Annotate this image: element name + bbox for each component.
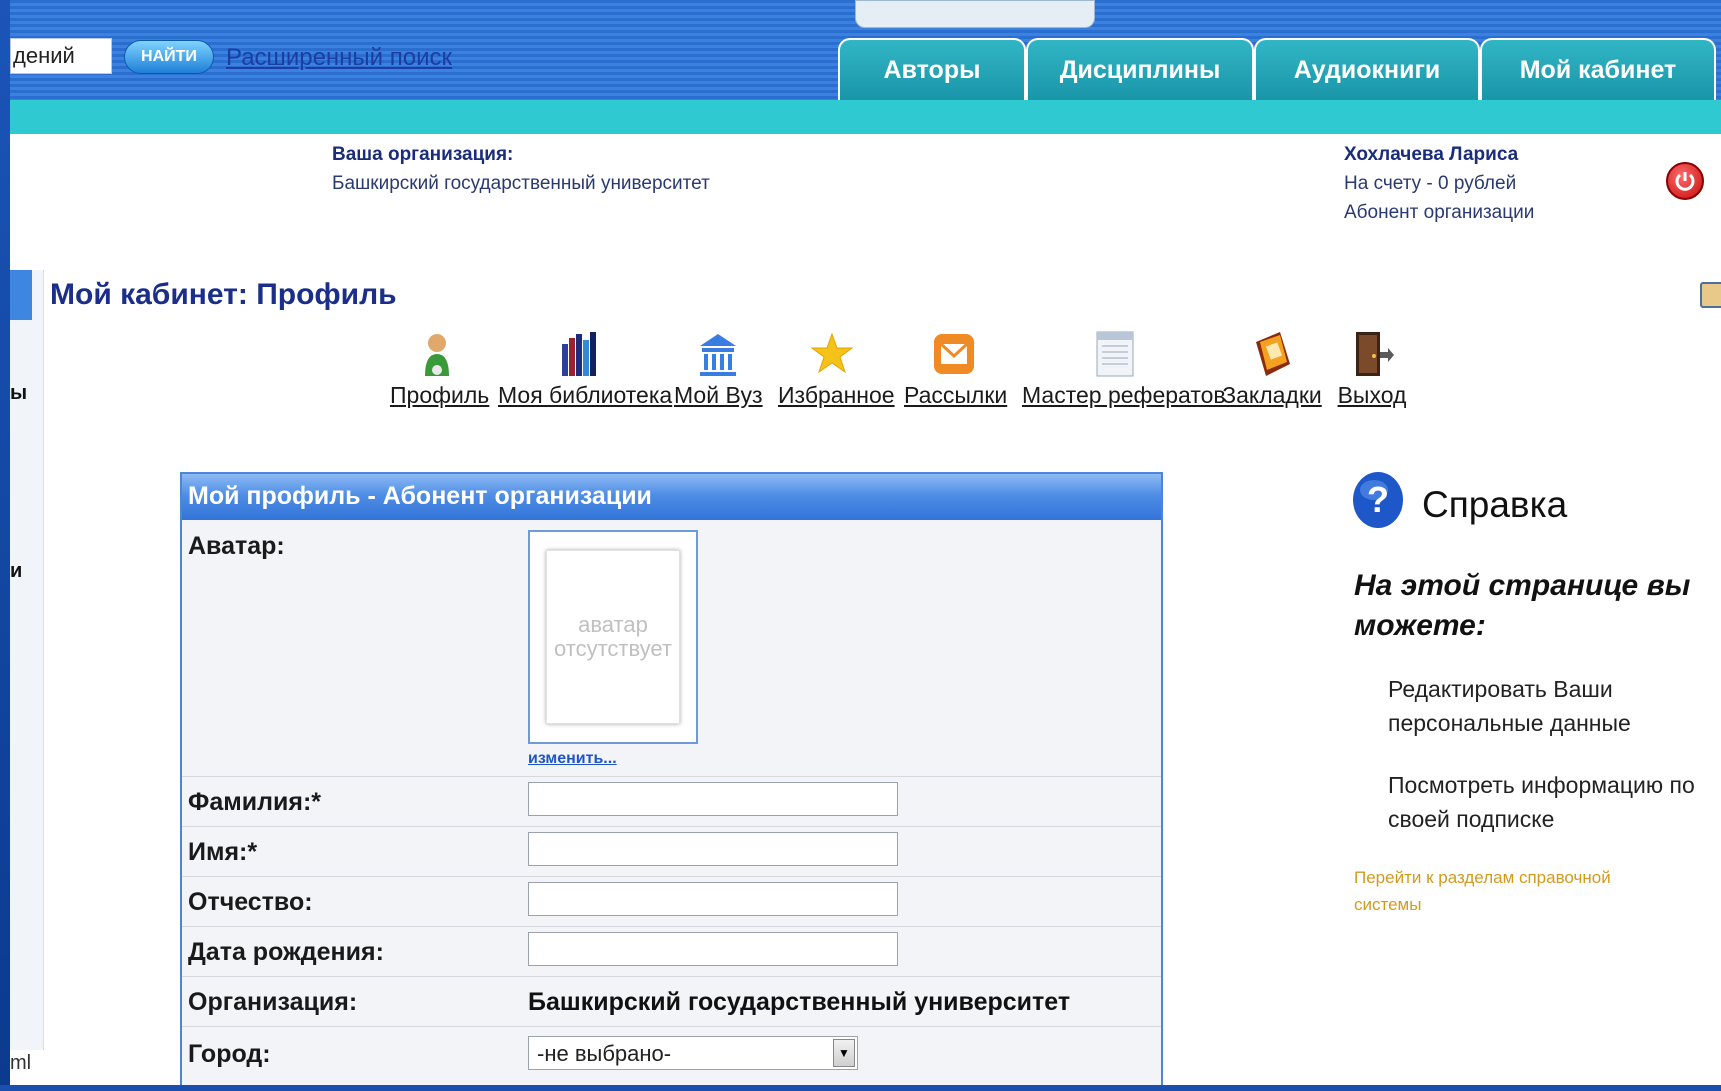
tab-disciplines[interactable]: Дисциплины <box>1026 38 1254 100</box>
envelope-icon[interactable] <box>1700 282 1721 308</box>
bottom-frame-bar <box>0 1085 1721 1091</box>
toolbar-mailings[interactable]: Рассылки <box>904 330 1008 409</box>
advanced-search-link[interactable]: Расширенный поиск <box>226 44 452 72</box>
avatar-frame[interactable]: аватар отсутствует <box>528 530 698 744</box>
birthdate-field[interactable] <box>528 932 898 966</box>
organization-name: Башкирский государственный университет <box>332 173 710 194</box>
surname-label: Фамилия:* <box>188 788 321 816</box>
name-field[interactable] <box>528 832 898 866</box>
status-text: ml <box>10 1052 32 1074</box>
patronymic-field[interactable] <box>528 882 898 916</box>
header-teal-strip <box>10 100 1721 134</box>
patronymic-label: Отчество: <box>188 888 313 916</box>
row-divider <box>182 1026 1161 1027</box>
top-tab-stub <box>855 0 1095 28</box>
user-balance: На счету - 0 рублей <box>1344 173 1517 194</box>
avatar-placeholder-text: аватар отсутствует <box>553 612 673 661</box>
birthdate-label: Дата рождения: <box>188 938 384 966</box>
page-title: Мой кабинет: Профиль <box>50 278 397 311</box>
toolbar-essay-master[interactable]: Мастер рефератов <box>1022 330 1226 409</box>
help-title: Справка <box>1422 484 1568 525</box>
city-label: Город: <box>188 1040 271 1068</box>
exit-door-icon <box>1356 332 1394 376</box>
toolbar-bookmarks[interactable]: Закладки <box>1222 330 1322 409</box>
help-item: Посмотреть информацию по своей подписке <box>1388 772 1695 832</box>
mail-icon <box>934 334 974 374</box>
user-role: Абонент организации <box>1344 202 1535 223</box>
toolbar-label: Моя библиотека <box>498 382 673 408</box>
help-question-icon[interactable]: ? <box>1352 470 1404 530</box>
profile-form: Мой профиль - Абонент организации Аватар… <box>180 472 1163 1085</box>
user-name: Хохлачева Лариса <box>1344 144 1519 165</box>
city-select[interactable]: -не выбрано- ▼ <box>528 1036 858 1070</box>
avatar-placeholder: аватар отсутствует <box>546 550 680 724</box>
toolbar-label: Рассылки <box>904 382 1008 408</box>
sidebar-fragment-text: и <box>10 560 23 582</box>
left-sidebar-accent <box>10 270 32 320</box>
toolbar-label: Мастер рефератов <box>1022 382 1226 408</box>
row-divider <box>182 776 1161 777</box>
tab-audiobooks[interactable]: Аудиокниги <box>1254 38 1480 100</box>
user-icon <box>425 334 449 376</box>
organization-field-value: Башкирский государственный университет <box>528 988 1071 1016</box>
search-button[interactable]: НАЙТИ <box>124 40 214 74</box>
toolbar-exit[interactable]: Выход <box>1336 330 1408 409</box>
row-divider <box>182 826 1161 827</box>
row-divider <box>182 876 1161 877</box>
avatar-label: Аватар: <box>188 532 285 560</box>
toolbar-label: Профиль <box>390 382 490 408</box>
books-icon <box>562 332 596 376</box>
university-icon <box>700 334 736 376</box>
sidebar-fragment-text: ы <box>10 382 28 404</box>
row-divider <box>182 926 1161 927</box>
change-avatar-link[interactable]: изменить... <box>528 750 617 768</box>
help-item: Редактировать Ваши персональные данные <box>1388 676 1631 736</box>
toolbar-label: Закладки <box>1222 382 1322 408</box>
document-icon <box>1096 331 1134 377</box>
chevron-down-icon[interactable]: ▼ <box>833 1039 855 1067</box>
power-symbol <box>1675 172 1695 191</box>
toolbar-label: Выход <box>1337 382 1407 408</box>
toolbar-favorites[interactable]: Избранное <box>778 330 895 409</box>
organization-field-label: Организация: <box>188 988 358 1016</box>
search-input[interactable] <box>10 38 112 74</box>
power-logout-icon[interactable] <box>1666 162 1704 200</box>
star-icon <box>810 332 854 374</box>
toolbar-profile[interactable]: Профиль <box>390 330 490 409</box>
organization-label: Ваша организация: <box>332 144 514 165</box>
help-sections-link[interactable]: Перейти к разделам справочной системы <box>1354 864 1674 918</box>
svg-text:?: ? <box>1367 479 1389 520</box>
row-divider <box>182 976 1161 977</box>
toolbar-label: Мой Вуз <box>674 382 763 408</box>
tab-my-cabinet[interactable]: Мой кабинет <box>1480 38 1716 100</box>
toolbar-my-university[interactable]: Мой Вуз <box>674 330 763 409</box>
toolbar-label: Избранное <box>778 382 895 408</box>
form-header: Мой профиль - Абонент организации <box>182 474 1161 520</box>
toolbar-my-library[interactable]: Моя библиотека <box>498 330 673 409</box>
tab-authors[interactable]: Авторы <box>838 38 1026 100</box>
bookmark-icon <box>1256 332 1290 376</box>
help-subtitle: На этой странице вы можете: <box>1354 569 1691 642</box>
city-select-value: -не выбрано- <box>537 1041 672 1066</box>
surname-field[interactable] <box>528 782 898 816</box>
name-label: Имя:* <box>188 838 258 866</box>
browser-viewport: НАЙТИ Расширенный поиск Авторы Дисциплин… <box>10 0 1721 1085</box>
